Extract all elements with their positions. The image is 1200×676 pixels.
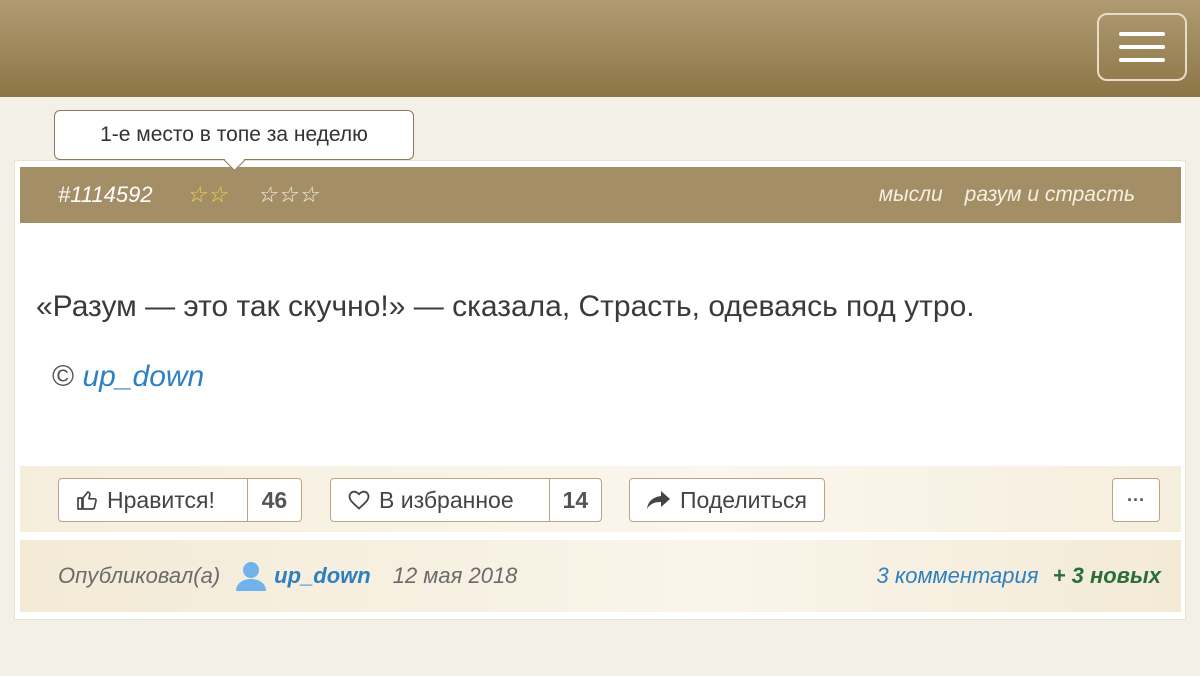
quote-header: #1114592 ☆☆ ☆☆☆ мысли разум и страсть xyxy=(20,167,1181,223)
comments-count[interactable]: 3 комментария xyxy=(877,563,1039,588)
more-options-button[interactable]: ··· xyxy=(1112,478,1160,522)
share-button-inner[interactable]: Поделиться xyxy=(630,479,823,521)
hamburger-icon-line xyxy=(1119,45,1165,49)
tag-link[interactable]: разум и страсть xyxy=(965,183,1135,207)
rating-stars-filled[interactable]: ☆☆ xyxy=(187,182,228,207)
quote-attribution: © up_down xyxy=(52,360,204,394)
rank-tooltip: 1-е место в топе за неделю xyxy=(54,110,414,160)
rating-stars[interactable]: ☆☆ ☆☆☆ xyxy=(187,182,320,208)
share-arrow-icon xyxy=(647,491,670,509)
user-icon xyxy=(236,562,267,591)
top-navbar xyxy=(0,0,1200,97)
favorite-button-group[interactable]: В избранное 14 xyxy=(330,478,602,522)
publish-date: 12 мая 2018 xyxy=(392,563,518,588)
like-button-group[interactable]: Нравится! 46 xyxy=(58,478,302,522)
hamburger-icon-line xyxy=(1119,32,1165,36)
quote-footer: Опубликовал(а) up_down 12 мая 2018 3 ком… xyxy=(20,540,1181,612)
attribution-link[interactable]: up_down xyxy=(82,360,204,393)
favorite-label: В избранное xyxy=(379,486,514,513)
quote-id[interactable]: #1114592 xyxy=(58,182,153,208)
like-label: Нравится! xyxy=(107,486,215,513)
tag-link[interactable]: мысли xyxy=(879,183,943,207)
heart-icon xyxy=(348,490,370,510)
comments-link[interactable]: 3 комментария + 3 новых xyxy=(877,563,1162,589)
thumbs-up-icon xyxy=(77,491,97,510)
like-button[interactable]: Нравится! xyxy=(59,479,247,521)
rating-stars-empty[interactable]: ☆☆☆ xyxy=(257,182,319,207)
share-button[interactable]: Поделиться xyxy=(629,478,825,522)
quote-text: «Разум — это так скучно!» — сказала, Стр… xyxy=(36,290,975,323)
action-bar: Нравится! 46 В избранное 14 Поделиться ·… xyxy=(20,466,1181,532)
published-label: Опубликовал(а) xyxy=(58,563,221,588)
new-comments-badge[interactable]: + 3 новых xyxy=(1053,563,1161,588)
hamburger-icon-line xyxy=(1119,58,1165,62)
favorite-button[interactable]: В избранное xyxy=(331,479,549,521)
menu-button[interactable] xyxy=(1097,13,1187,81)
like-count[interactable]: 46 xyxy=(246,479,301,521)
share-label: Поделиться xyxy=(680,486,808,513)
copyright-icon: © xyxy=(52,360,75,393)
quote-tags: мысли разум и страсть xyxy=(879,183,1135,207)
favorite-count[interactable]: 14 xyxy=(548,479,601,521)
author-link[interactable]: up_down xyxy=(274,563,371,589)
